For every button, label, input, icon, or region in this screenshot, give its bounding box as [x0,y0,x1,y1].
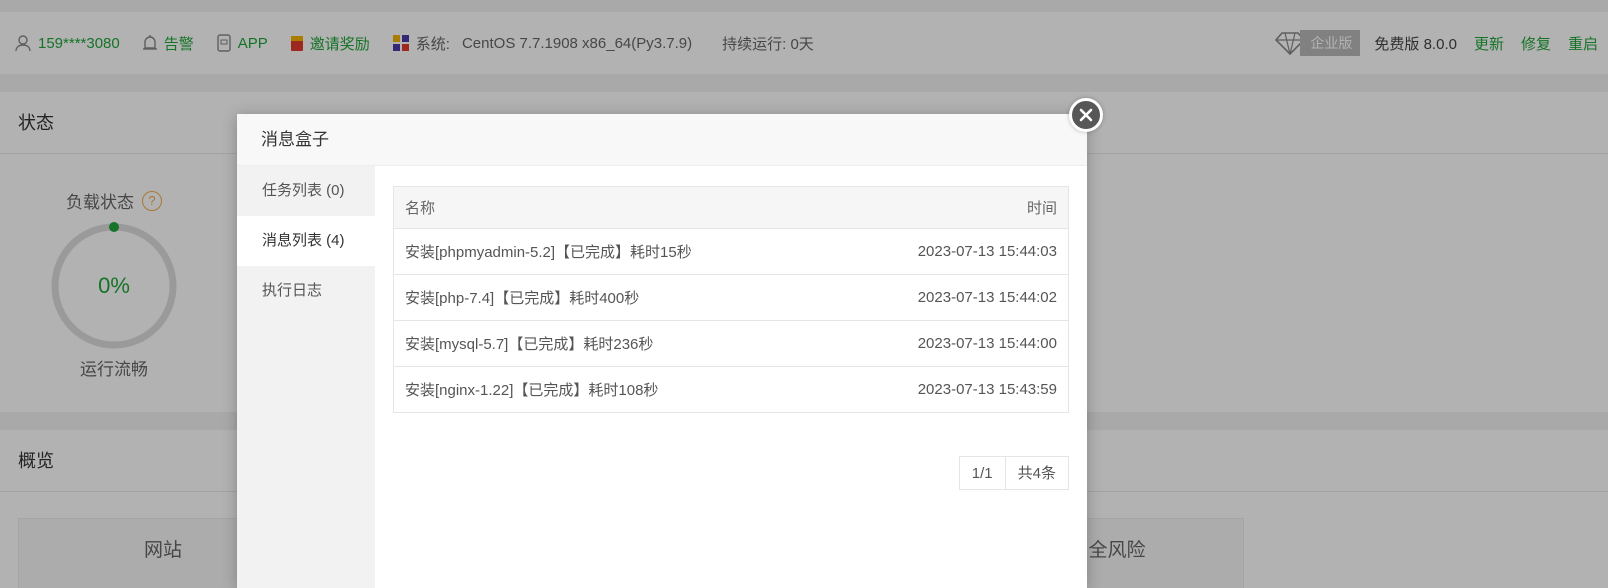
table-row: 安装[php-7.4]【已完成】耗时400秒 2023-07-13 15:44:… [392,274,1069,321]
row-time: 2023-07-13 15:44:03 [836,228,1069,275]
dialog-title: 消息盒子 [237,114,1087,166]
tab-task-list[interactable]: 任务列表 (0) [237,166,375,216]
col-header-time: 时间 [836,186,1069,229]
row-time: 2023-07-13 15:43:59 [836,366,1069,413]
close-button[interactable] [1069,98,1103,132]
page-indicator[interactable]: 1/1 [958,456,1006,490]
message-table: 名称 时间 安装[phpmyadmin-5.2]【已完成】耗时15秒 2023-… [392,186,1069,413]
row-name: 安装[php-7.4]【已完成】耗时400秒 [392,274,837,321]
row-time: 2023-07-13 15:44:00 [836,320,1069,367]
row-name: 安装[nginx-1.22]【已完成】耗时108秒 [392,366,837,413]
tab-execution-log[interactable]: 执行日志 [237,266,375,316]
pagination: 1/1 共4条 [958,456,1069,490]
row-time: 2023-07-13 15:44:02 [836,274,1069,321]
table-header-row: 名称 时间 [392,186,1069,229]
table-row: 安装[nginx-1.22]【已完成】耗时108秒 2023-07-13 15:… [392,366,1069,413]
dialog-sidebar: 任务列表 (0) 消息列表 (4) 执行日志 [237,166,375,588]
message-list-panel: 名称 时间 安装[phpmyadmin-5.2]【已完成】耗时15秒 2023-… [392,186,1069,490]
table-row: 安装[phpmyadmin-5.2]【已完成】耗时15秒 2023-07-13 … [392,228,1069,275]
table-row: 安装[mysql-5.7]【已完成】耗时236秒 2023-07-13 15:4… [392,320,1069,367]
close-icon [1079,108,1093,122]
tab-message-list[interactable]: 消息列表 (4) [237,216,375,266]
col-header-name: 名称 [392,186,837,229]
row-name: 安装[phpmyadmin-5.2]【已完成】耗时15秒 [392,228,837,275]
total-count: 共4条 [1005,456,1069,490]
message-box-dialog: 消息盒子 任务列表 (0) 消息列表 (4) 执行日志 名称 时间 安装[php… [237,114,1087,588]
row-name: 安装[mysql-5.7]【已完成】耗时236秒 [392,320,837,367]
